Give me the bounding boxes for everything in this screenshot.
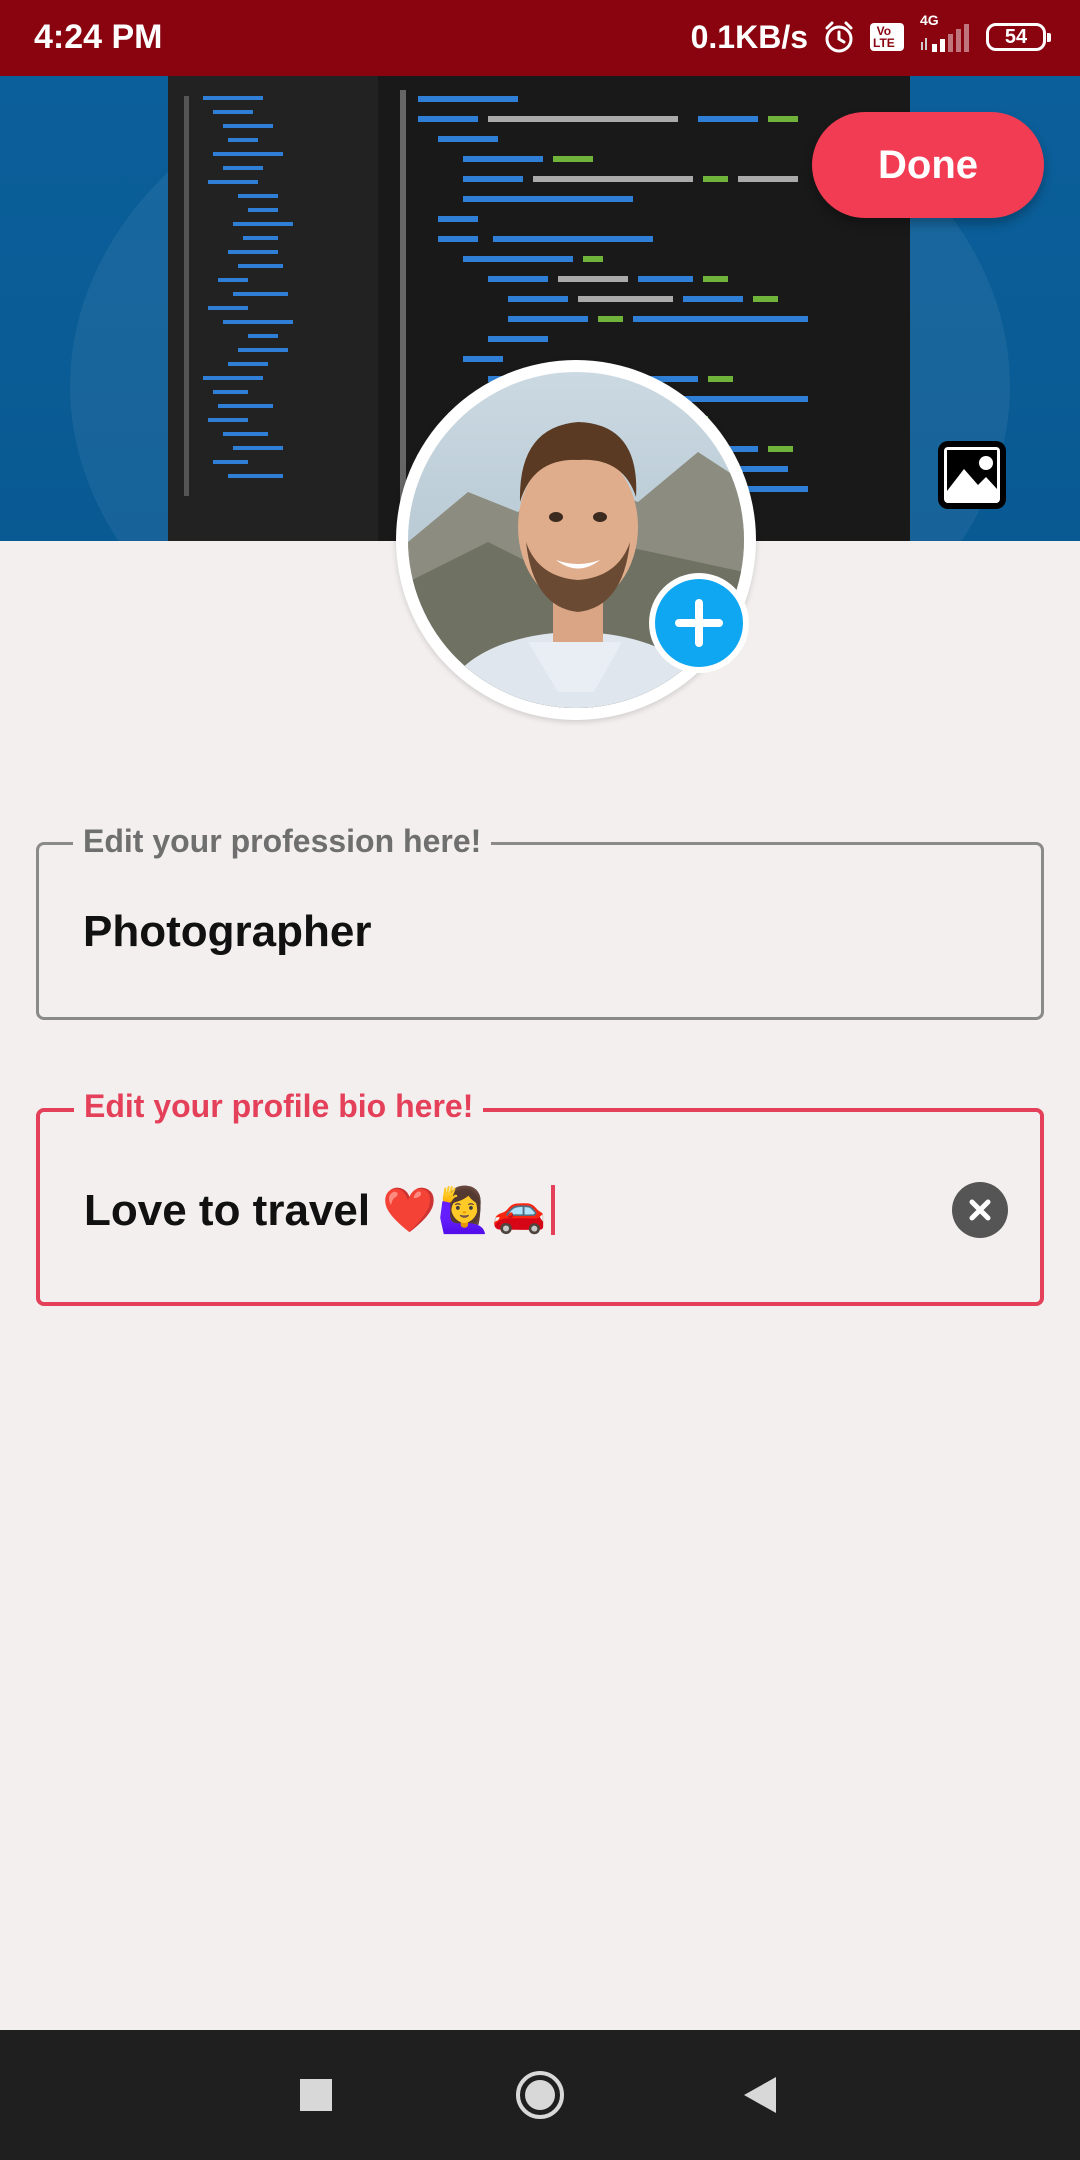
back-triangle-icon[interactable] [690,2030,830,2160]
status-time: 4:24 PM [34,18,163,56]
battery-icon: 54 [986,23,1051,51]
clear-icon[interactable] [952,1182,1008,1238]
plus-icon [655,579,743,667]
volte-icon: Vo LTE [870,23,904,51]
alarm-icon [822,20,856,54]
signal-icon: 4G [918,12,972,54]
battery-level: 54 [1004,25,1028,48]
text-cursor [550,1185,555,1235]
add-photo-button[interactable] [649,573,749,673]
bio-field[interactable]: Edit your profile bio here! Love to trav… [36,1088,1044,1306]
profile-avatar-container [396,360,756,720]
recents-square-icon[interactable] [246,2030,386,2160]
bio-input[interactable]: Love to travel ❤️🙋‍♀️🚗 [84,1184,547,1236]
done-button[interactable]: Done [812,112,1044,218]
status-icons: 0.1KB/s Vo LTE 4G 54 [690,12,1051,60]
bio-input-row[interactable]: Love to travel ❤️🙋‍♀️🚗 [84,1184,555,1236]
image-icon[interactable] [936,439,1008,511]
network-speed: 0.1KB/s [690,18,808,55]
profession-input[interactable]: Photographer [83,907,371,957]
bio-label: Edit your profile bio here! [74,1088,484,1125]
profession-label: Edit your profession here! [73,823,492,860]
home-circle-icon[interactable] [470,2030,610,2160]
status-bar: 4:24 PM 0.1KB/s Vo LTE 4G 54 [0,0,1080,76]
profession-field[interactable]: Edit your profession here! Photographer [36,823,1044,1020]
code-editor-sidebar [168,76,378,541]
system-navigation-bar [0,2030,1080,2160]
network-type: 4G [920,12,939,28]
